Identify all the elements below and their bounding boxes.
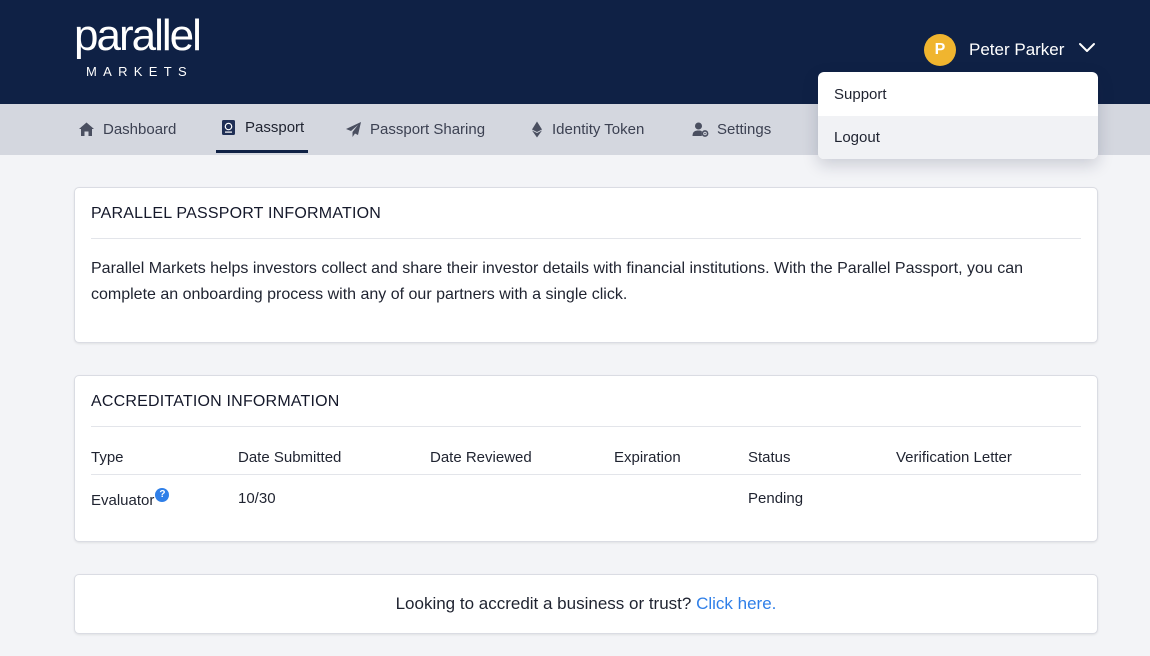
tab-label: Identity Token: [552, 121, 645, 138]
user-dropdown-menu: Support Logout: [818, 72, 1098, 159]
cell-date-submitted: 10/30: [238, 490, 276, 507]
card-title: ACCREDITATION INFORMATION: [91, 393, 340, 410]
user-menu-toggle[interactable]: P Peter Parker: [924, 33, 1096, 66]
column-header-date-reviewed: Date Reviewed: [430, 449, 532, 466]
cta-line: Looking to accredit a business or trust?…: [75, 594, 1097, 614]
help-icon[interactable]: ?: [155, 488, 170, 502]
column-header-status: Status: [748, 449, 791, 466]
passport-icon: [222, 120, 235, 135]
column-header-date-submitted: Date Submitted: [238, 449, 342, 466]
status-badge: Pending: [748, 490, 804, 507]
user-name: Peter Parker: [969, 39, 1065, 59]
passport-description: Parallel Markets helps investors collect…: [91, 260, 1023, 303]
tab-dashboard[interactable]: Dashboard: [78, 104, 176, 155]
avatar: P: [924, 33, 956, 66]
tab-label: Dashboard: [103, 121, 177, 138]
chevron-down-icon: [1079, 42, 1096, 52]
table-row: Evaluator?: [91, 488, 170, 509]
accredit-business-card: Looking to accredit a business or trust?…: [74, 574, 1098, 634]
passport-info-card: PARALLEL PASSPORT INFORMATION Parallel M…: [74, 187, 1098, 343]
column-header-expiration: Expiration: [614, 449, 681, 466]
tab-passport[interactable]: Passport: [215, 102, 309, 153]
column-header-verification-letter: Verification Letter: [896, 449, 1012, 466]
click-here-link[interactable]: Click here.: [696, 594, 776, 613]
home-icon: [79, 122, 94, 136]
table-divider: [91, 474, 1081, 475]
user-cog-icon: [692, 122, 709, 137]
tab-passport-sharing[interactable]: Passport Sharing: [345, 104, 485, 155]
divider: [91, 238, 1081, 239]
tab-label: Settings: [717, 121, 772, 138]
cell-type: Evaluator: [91, 492, 155, 509]
cta-text: Looking to accredit a business or trust?: [395, 594, 692, 613]
menu-item-logout[interactable]: Logout: [818, 116, 1098, 159]
column-header-type: Type: [91, 449, 124, 466]
tab-identity-token[interactable]: Identity Token: [530, 104, 644, 155]
parallel-markets-logo[interactable]: parallel MARKETS: [74, 12, 202, 80]
tab-label: Passport Sharing: [370, 121, 486, 138]
tab-label: Passport: [245, 119, 305, 136]
accreditation-card: ACCREDITATION INFORMATION Type Date Subm…: [74, 375, 1098, 542]
ethereum-icon: [532, 121, 542, 138]
paper-plane-icon: [346, 122, 361, 137]
menu-item-support[interactable]: Support: [818, 72, 1098, 116]
divider: [91, 426, 1081, 427]
card-title: PARALLEL PASSPORT INFORMATION: [91, 205, 382, 222]
tab-settings[interactable]: Settings: [692, 104, 771, 155]
